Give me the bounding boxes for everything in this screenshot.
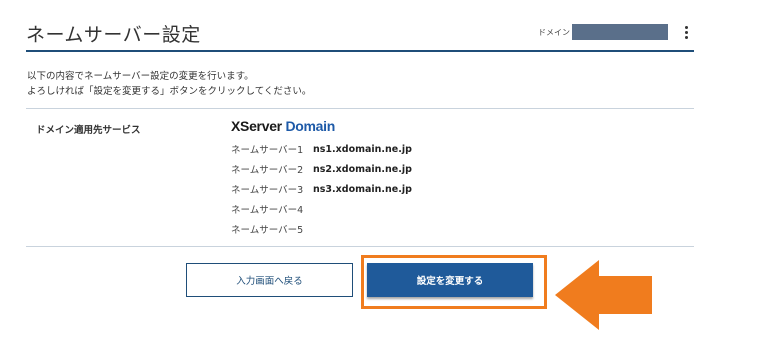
domain-label: ドメイン (538, 27, 570, 37)
nameserver-label: ネームサーバー2 (231, 165, 304, 176)
nameserver-row-1: ネームサーバー1 ns1.xdomain.ne.jp (231, 139, 412, 159)
intro-line-1: 以下の内容でネームサーバー設定の変更を行います。 (27, 71, 254, 82)
change-settings-button[interactable]: 設定を変更する (367, 263, 533, 297)
nameserver-row-3: ネームサーバー3 ns3.xdomain.ne.jp (231, 179, 412, 199)
nameserver-row-5: ネームサーバー5 (231, 219, 412, 239)
nameserver-list: ネームサーバー1 ns1.xdomain.ne.jp ネームサーバー2 ns2.… (231, 139, 412, 239)
nameserver-label: ネームサーバー3 (231, 185, 304, 196)
page-header: ネームサーバー設定 ドメイン (26, 12, 694, 52)
nameserver-label: ネームサーバー1 (231, 145, 304, 156)
nameserver-row-4: ネームサーバー4 (231, 199, 412, 219)
settings-summary: ドメイン適用先サービス XServer Domain ネームサーバー1 ns1.… (26, 108, 694, 247)
page-title: ネームサーバー設定 (26, 24, 201, 46)
target-service-label: ドメイン適用先サービス (36, 125, 141, 136)
nameserver-value: ns1.xdomain.ne.jp (313, 143, 412, 155)
domain-indicator: ドメイン (538, 24, 694, 40)
xserver-domain-logo: XServer Domain (231, 118, 335, 134)
intro-text: 以下の内容でネームサーバー設定の変更を行います。 よろしければ「設定を変更する」… (27, 69, 311, 99)
kebab-menu-icon[interactable] (678, 24, 694, 40)
nameserver-value: ns2.xdomain.ne.jp (313, 163, 412, 175)
nameserver-value: ns3.xdomain.ne.jp (313, 183, 412, 195)
logo-text-domain: Domain (285, 118, 335, 134)
nameserver-settings-page: ネームサーバー設定 ドメイン 以下の内容でネームサーバー設定の変更を行います。 … (0, 0, 780, 346)
back-to-input-button[interactable]: 入力画面へ戻る (186, 263, 353, 297)
arrow-left-icon (555, 260, 652, 330)
nameserver-label: ネームサーバー4 (231, 205, 304, 216)
nameserver-label: ネームサーバー5 (231, 225, 304, 236)
nameserver-row-2: ネームサーバー2 ns2.xdomain.ne.jp (231, 159, 412, 179)
intro-line-2: よろしければ「設定を変更する」ボタンをクリックしてください。 (27, 86, 312, 97)
logo-text-xserver: XServer (231, 118, 282, 134)
domain-name-redacted (572, 24, 668, 40)
